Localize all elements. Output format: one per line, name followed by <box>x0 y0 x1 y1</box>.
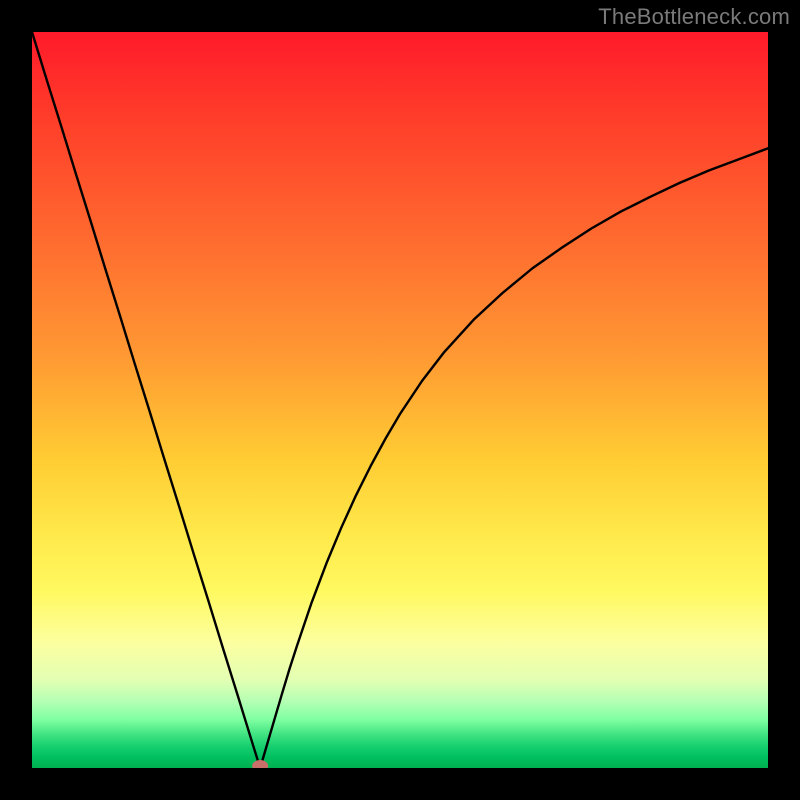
plot-area <box>32 32 768 768</box>
bottleneck-curve <box>32 32 768 768</box>
watermark-text: TheBottleneck.com <box>598 4 790 30</box>
curve-svg <box>32 32 768 768</box>
optimum-marker <box>252 760 268 768</box>
chart-frame: TheBottleneck.com <box>0 0 800 800</box>
